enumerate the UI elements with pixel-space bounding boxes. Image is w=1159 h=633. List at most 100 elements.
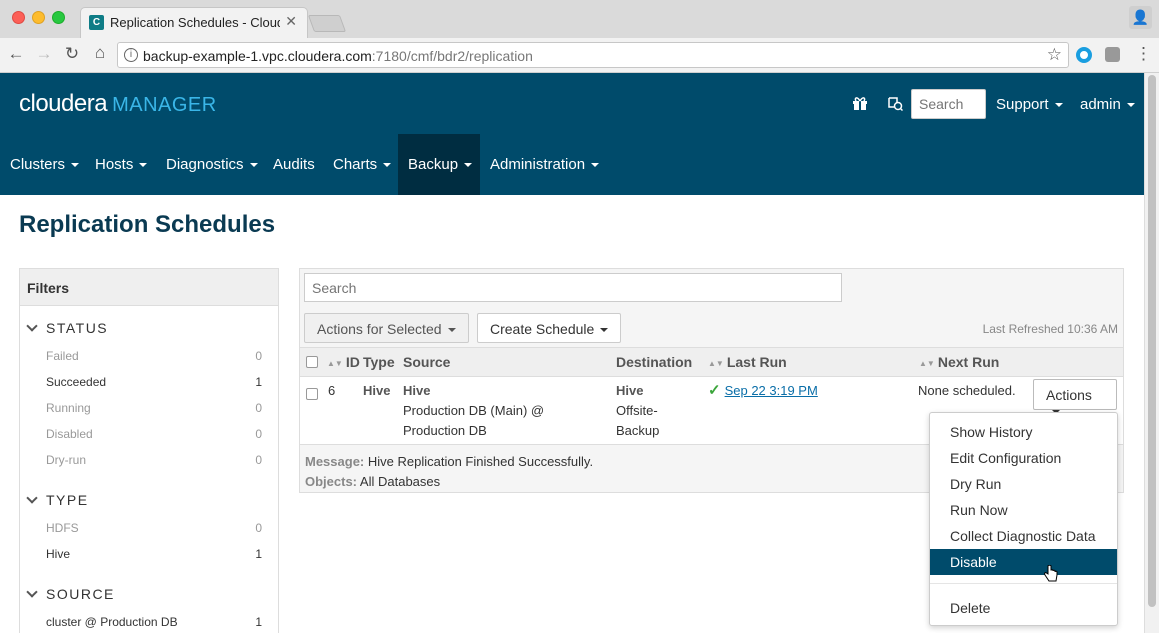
url-host: backup-example-1.vpc.cloudera.com xyxy=(143,48,372,64)
menu-audits[interactable]: Audits xyxy=(263,134,325,195)
actions-dropdown-menu: Show History Edit Configuration Dry Run … xyxy=(929,412,1118,626)
filter-source-cluster[interactable]: cluster @ Production DB 1 xyxy=(46,615,262,629)
objects-text: All Databases xyxy=(359,474,441,489)
close-window-button[interactable] xyxy=(12,11,25,24)
menu-item-show-history[interactable]: Show History xyxy=(930,419,1117,445)
new-tab-button[interactable] xyxy=(307,15,347,32)
menu-diagnostics[interactable]: Diagnostics xyxy=(156,134,268,195)
menu-administration[interactable]: Administration xyxy=(480,134,609,195)
cloudera-manager-logo[interactable]: cloudera MANAGER xyxy=(19,90,217,118)
logo-subtext: MANAGER xyxy=(112,94,217,116)
filter-label: Disabled xyxy=(46,427,93,441)
column-label: ID xyxy=(345,354,360,370)
button-label: Actions for Selected xyxy=(317,321,442,337)
filter-label: HDFS xyxy=(46,521,79,535)
menu-charts[interactable]: Charts xyxy=(323,134,401,195)
chevron-down-icon xyxy=(139,163,148,168)
filter-section-title: TYPE xyxy=(46,492,89,508)
column-id[interactable]: ▲▼ ID xyxy=(327,354,360,370)
minimize-window-button[interactable] xyxy=(32,11,45,24)
star-icon[interactable]: ☆ xyxy=(1047,45,1062,65)
scrollbar-thumb[interactable] xyxy=(1148,75,1156,607)
filter-type-hdfs[interactable]: HDFS 0 xyxy=(46,521,262,535)
chevron-down-icon xyxy=(26,492,38,504)
row-details: Message: Hive Replication Finished Succe… xyxy=(305,452,593,492)
create-schedule-button[interactable]: Create Schedule xyxy=(477,313,622,343)
menu-backup[interactable]: Backup xyxy=(398,134,480,195)
menu-item-collect-diagnostic-data[interactable]: Collect Diagnostic Data xyxy=(930,523,1117,549)
chevron-down-icon xyxy=(71,163,80,168)
menu-item-dry-run[interactable]: Dry Run xyxy=(930,471,1117,497)
filter-section-status[interactable]: STATUS xyxy=(26,320,108,336)
menu-item-edit-configuration[interactable]: Edit Configuration xyxy=(930,445,1117,471)
menu-item-delete[interactable]: Delete xyxy=(930,595,1117,621)
menu-hosts[interactable]: Hosts xyxy=(85,134,157,195)
row-checkbox[interactable] xyxy=(306,388,318,400)
column-type[interactable]: Type xyxy=(363,354,395,370)
tab-close-icon[interactable]: ✕ xyxy=(285,13,297,30)
address-bar[interactable]: i backup-example-1.vpc.cloudera.com:7180… xyxy=(117,42,1069,68)
chevron-down-icon xyxy=(464,163,473,168)
select-all-checkbox[interactable] xyxy=(306,356,318,368)
menu-icon[interactable]: ⋮ xyxy=(1135,44,1152,64)
filter-count: 0 xyxy=(255,453,262,467)
support-menu[interactable]: Support xyxy=(996,96,1063,113)
filter-status-running[interactable]: Running 0 xyxy=(46,401,262,415)
forward-icon[interactable]: → xyxy=(34,44,54,64)
reload-icon[interactable]: ↻ xyxy=(62,44,82,64)
page-scrollbar[interactable] xyxy=(1144,73,1159,633)
chevron-down-icon xyxy=(249,163,258,168)
chevron-down-icon xyxy=(1054,103,1063,108)
filter-status-disabled[interactable]: Disabled 0 xyxy=(46,427,262,441)
user-menu[interactable]: admin xyxy=(1080,96,1135,113)
chevron-down-icon xyxy=(600,328,609,333)
button-label: Actions xyxy=(1046,387,1092,403)
filter-status-failed[interactable]: Failed 0 xyxy=(46,349,262,363)
column-next-run[interactable]: ▲▼ Next Run xyxy=(919,354,999,370)
maximize-window-button[interactable] xyxy=(52,11,65,24)
column-source[interactable]: Source xyxy=(403,354,450,370)
extension-icon[interactable] xyxy=(1076,47,1092,63)
column-last-run[interactable]: ▲▼ Last Run xyxy=(708,354,787,370)
header-search-input[interactable] xyxy=(911,89,986,119)
filter-label: Dry-run xyxy=(46,453,87,467)
menu-item-run-now[interactable]: Run Now xyxy=(930,497,1117,523)
menu-label: Audits xyxy=(273,156,315,173)
menu-item-disable[interactable]: Disable xyxy=(930,549,1117,575)
row-destination-title: Hive xyxy=(616,383,644,398)
profile-icon[interactable]: 👤 xyxy=(1129,6,1152,29)
gift-icon[interactable] xyxy=(852,95,868,116)
filters-panel: Filters STATUS Failed 0 Succeeded 1 Runnin… xyxy=(19,268,279,633)
column-destination[interactable]: Destination xyxy=(616,354,692,370)
browser-tab[interactable]: C Replication Schedules - Cloudera Manag… xyxy=(80,7,308,38)
browser-toolbar: ← → ↻ ⌂ i backup-example-1.vpc.cloudera.… xyxy=(0,38,1159,73)
filter-status-succeeded[interactable]: Succeeded 1 xyxy=(46,375,262,389)
chevron-down-icon xyxy=(26,320,38,332)
row-actions-button[interactable]: Actions xyxy=(1033,379,1117,415)
filter-section-type[interactable]: TYPE xyxy=(26,492,89,508)
info-icon[interactable]: i xyxy=(124,48,138,62)
filter-label: cluster @ Production DB xyxy=(46,615,178,629)
chevron-down-icon xyxy=(383,163,392,168)
parcel-icon[interactable] xyxy=(887,95,904,116)
extension-icon[interactable] xyxy=(1105,47,1120,62)
last-run-link[interactable]: Sep 22 3:19 PM xyxy=(725,383,818,398)
support-label: Support xyxy=(996,96,1049,113)
row-message: Message: Hive Replication Finished Succe… xyxy=(305,452,593,472)
tab-strip: C Replication Schedules - Cloudera Manag… xyxy=(0,0,1159,38)
page-title: Replication Schedules xyxy=(19,211,276,238)
filter-type-hive[interactable]: Hive 1 xyxy=(46,547,262,561)
actions-for-selected-button[interactable]: Actions for Selected xyxy=(304,313,469,343)
row-destination-line: Offsite- xyxy=(616,403,658,418)
filter-label: Succeeded xyxy=(46,375,107,389)
filter-status-dry-run[interactable]: Dry-run 0 xyxy=(46,453,262,467)
cloudera-favicon-icon: C xyxy=(89,15,104,30)
schedules-search-input[interactable] xyxy=(304,273,842,302)
filter-section-source[interactable]: SOURCE xyxy=(26,586,115,602)
home-icon[interactable]: ⌂ xyxy=(90,43,110,63)
menu-clusters[interactable]: Clusters xyxy=(0,134,89,195)
column-label: Next Run xyxy=(937,354,1000,370)
filter-count: 1 xyxy=(255,375,262,389)
message-text: Hive Replication Finished Successfully. xyxy=(367,454,594,469)
back-icon[interactable]: ← xyxy=(6,44,26,64)
